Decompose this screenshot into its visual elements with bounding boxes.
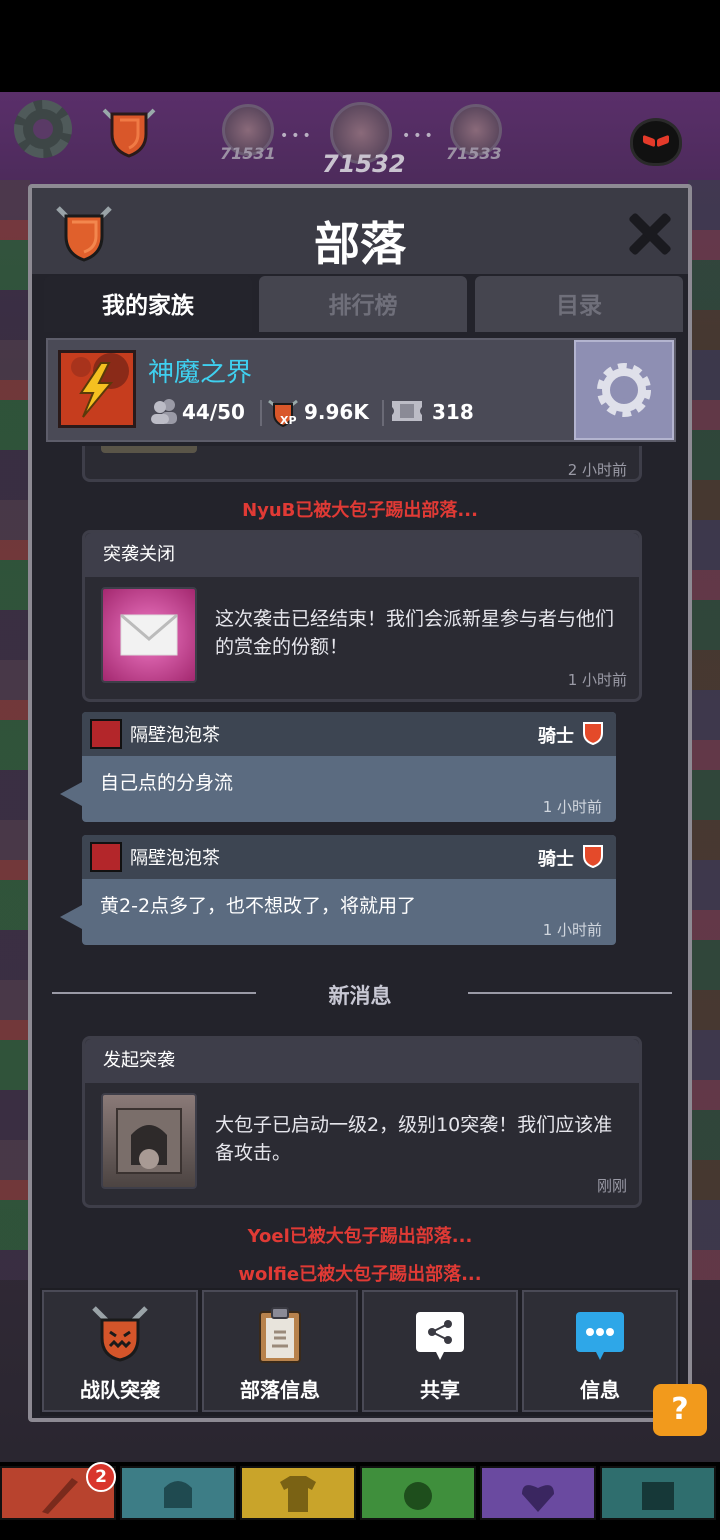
divider-line [468,992,672,994]
tab-heroes[interactable] [120,1466,236,1520]
rank-shield-icon [583,722,603,745]
raid-gate-icon [101,1093,197,1189]
game-scene-left [0,180,30,1280]
button-label: 共享 [420,1378,460,1402]
chat-rank: 骑士 [538,726,574,747]
feed-card-raid-closed: 突袭关闭 这次袭击已经结束！我们会派新星参与者与他们的赏金的份额！ 1 小时前 [82,530,642,702]
xp-badge-text: XP [280,414,297,427]
clan-tickets-value: 318 [432,400,474,424]
card-time: 2 小时前 [567,461,627,479]
card-title: 发起突袭 [85,1039,639,1083]
card-text: 这次袭击已经结束！我们会派新星参与者与他们的赏金的份额！ [215,608,615,658]
avatar[interactable] [90,842,122,872]
notification-badge: 2 [86,1462,116,1492]
clan-feed[interactable]: 2 小时前 NyuB已被大包子踢出部落... 突袭关闭 这次袭击已经结束！我们会… [32,446,688,1286]
tab-artifacts[interactable] [480,1466,596,1520]
clan-emblem-icon [58,350,136,428]
button-label: 战队突袭 [80,1378,160,1402]
button-label: 部落信息 [240,1378,320,1402]
clan-action-bar: 战队突袭 部落信息 共享 信息 [40,1288,680,1416]
gear-icon [597,363,651,417]
rank-shield-icon [583,845,603,868]
clan-info-button[interactable]: 部落信息 [202,1290,358,1412]
stat-separator [382,400,384,426]
clipboard-icon [259,1307,301,1363]
kick-notice: NyuB已被大包子踢出部落... [242,500,478,521]
status-bar-area [0,0,720,92]
tab-equipment[interactable] [240,1466,356,1520]
chat-bubble-icon [576,1312,624,1360]
share-button[interactable]: 共享 [362,1290,518,1412]
stage-dots: ••• [402,128,436,144]
pet-icon [404,1482,432,1510]
tab-directory[interactable]: 目录 [475,276,683,332]
chat-text: 自己点的分身流 [100,772,234,794]
stage-dots: ••• [280,128,314,144]
boss-devil-icon[interactable] [630,118,682,166]
tab-leaderboard[interactable]: 排行榜 [259,276,467,332]
stage-current-number: 71532 [322,150,406,178]
panel-title-bar: 部落 [32,188,688,274]
team-raid-button[interactable]: 战队突袭 [42,1290,198,1412]
chat-username[interactable]: 隔壁泡泡茶 [130,844,220,870]
card-time: 刚刚 [596,1177,627,1195]
feed-card-raid-started: 发起突袭 大包子已启动一级2，级别10突袭！我们应该准备攻击。 刚刚 [82,1036,642,1208]
chat-tail [60,905,82,929]
card-image [101,446,197,453]
card-text: 大包子已启动一级2，级别10突袭！我们应该准备攻击。 [215,1114,613,1164]
mail-icon [101,587,197,683]
panel-title: 部落 [314,217,406,271]
clan-members-count: 44/50 [182,400,245,424]
tab-shop[interactable] [600,1466,716,1520]
clan-info-bar: 神魔之界 44/50 XP 9.96K 318 [46,338,676,442]
raid-mask-icon [92,1306,148,1362]
share-icon [416,1312,464,1360]
kick-notice: Yoel已被大包子踢出部落... [247,1226,473,1247]
tab-my-clan[interactable]: 我的家族 [44,276,252,332]
kick-notice: wolfie已被大包子踢出部落... [238,1264,482,1285]
card-time: 1 小时前 [567,671,627,689]
clan-xp-value: 9.96K [304,400,369,424]
tab-pets[interactable] [360,1466,476,1520]
chat-time: 1 小时前 [542,798,602,816]
clan-panel: 部落 我的家族 排行榜 目录 神魔之界 44/50 XP 9.96K 318 2… [28,184,692,1422]
help-button[interactable]: ? [653,1384,707,1436]
stat-separator [260,400,262,426]
chat-header: 隔壁泡泡茶 骑士 [82,835,616,879]
heart-icon [522,1485,554,1512]
chat-message: 隔壁泡泡茶 骑士 自己点的分身流 1 小时前 [60,712,616,822]
card-title: 突袭关闭 [85,533,639,577]
avatar[interactable] [90,719,122,749]
clan-settings-button[interactable] [574,340,674,440]
new-messages-divider: 新消息 [328,984,392,1008]
ticket-icon [392,401,422,421]
clan-name: 神魔之界 [148,358,253,388]
settings-gear-icon[interactable] [14,100,72,158]
feed-card-previous: 2 小时前 [82,446,642,482]
chat-header: 隔壁泡泡茶 骑士 [82,712,616,756]
members-icon [151,399,177,424]
close-icon[interactable] [626,210,672,256]
clan-shield-icon[interactable] [100,104,158,158]
chat-tail [60,782,82,806]
chat-message: 隔壁泡泡茶 骑士 黄2-2点多了，也不想改了，将就用了 1 小时前 [60,835,616,945]
game-scene-right [688,180,720,1280]
chat-time: 1 小时前 [542,921,602,939]
shirt-icon [280,1476,316,1512]
navigation-bar-area [0,1520,720,1540]
helmet-icon [164,1481,192,1508]
stage-next-number: 71533 [446,144,502,163]
chat-text: 黄2-2点多了，也不想改了，将就用了 [100,895,417,917]
chest-icon [642,1482,674,1510]
chat-rank: 骑士 [538,849,574,870]
chat-username[interactable]: 隔壁泡泡茶 [130,721,220,747]
stage-previous-number: 71531 [220,144,276,163]
